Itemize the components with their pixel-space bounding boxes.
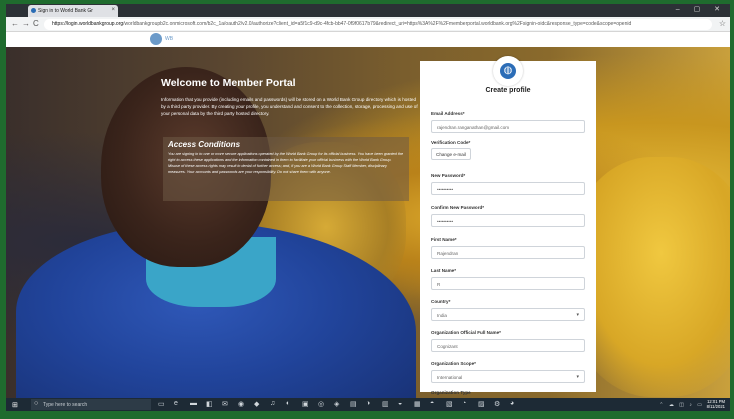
reload-icon[interactable]: C [33, 19, 39, 28]
country-selected-value: India [437, 313, 447, 318]
forward-icon[interactable]: → [22, 19, 30, 28]
tab-close-icon[interactable]: × [111, 7, 115, 13]
last-name-label: Last Name* [431, 268, 457, 273]
window-controls[interactable]: – ▢ ✕ [676, 5, 726, 13]
app-icon[interactable]: ◑ [366, 400, 370, 407]
org-type-label: Organization Type [431, 390, 471, 395]
confirm-password-label: Confirm New Password* [431, 205, 485, 210]
chevron-down-icon: ▾ [576, 312, 579, 318]
first-name-field[interactable]: Rajendran [431, 246, 585, 259]
site-header: WB [6, 32, 730, 47]
search-icon: ○ [34, 400, 39, 407]
hero-intro-text: Information that you provide (including … [161, 97, 418, 116]
app-icon[interactable]: ◓ [430, 400, 434, 407]
store-icon[interactable]: ◧ [206, 400, 213, 408]
app-icon[interactable]: ▦ [414, 400, 421, 408]
clock-date: 8/11/2021 [706, 404, 725, 409]
windows-start-icon[interactable]: ⊞ [12, 401, 18, 409]
edge-browser-icon[interactable]: e [174, 400, 178, 407]
web-page: WB Welcome to Member Portal Information … [6, 32, 730, 402]
change-email-button[interactable]: Change e-mail [431, 148, 471, 160]
app-icon[interactable]: ♫ [270, 400, 275, 407]
new-password-label: New Password* [431, 173, 466, 178]
panel-title: Create profile [485, 87, 531, 94]
last-name-field[interactable]: R [431, 277, 585, 290]
org-name-label: Organization Official Full Name* [431, 330, 501, 335]
site-logo-text: WB [165, 36, 174, 42]
country-select[interactable]: India ▾ [431, 308, 585, 321]
confirm-password-field[interactable]: •••••••••• [431, 214, 585, 227]
app-icon[interactable]: ▧ [446, 400, 453, 408]
app-icon[interactable]: ◆ [254, 400, 259, 408]
globe-logo-icon: ◍ [493, 56, 523, 86]
chevron-down-icon: ▾ [576, 374, 579, 380]
tab-favicon-icon [31, 8, 36, 13]
globe-icon: ◍ [500, 63, 516, 79]
app-icon[interactable]: ◕ [510, 400, 514, 407]
browser-tab[interactable]: Sign in to World Bank Gr × [28, 5, 118, 17]
email-field[interactable]: rajendran.ranganathan@gmail.com [431, 120, 585, 133]
taskbar-search-input[interactable]: ○ Type here to search [31, 399, 151, 410]
address-bar-row: ← → C https://login.worldbankgroup.org/w… [6, 17, 730, 32]
url-path: /worldbankgroupb2c.onmicrosoft.com/b2c_1… [123, 21, 632, 27]
app-icon[interactable]: ▤ [350, 400, 357, 408]
file-explorer-icon[interactable]: ▬ [190, 400, 197, 407]
app-icon[interactable]: ◔ [462, 400, 466, 407]
bookmark-star-icon[interactable]: ☆ [719, 19, 726, 28]
chrome-icon[interactable]: ◉ [238, 400, 244, 408]
access-conditions-title: Access Conditions [168, 140, 241, 149]
country-label: Country* [431, 299, 451, 304]
task-view-icon[interactable]: ▭ [158, 400, 165, 408]
browser-tab-bar: Sign in to World Bank Gr × – ▢ ✕ [6, 4, 730, 17]
app-icon[interactable]: ▣ [302, 400, 309, 408]
app-icon[interactable]: ◐ [286, 400, 290, 407]
access-conditions-text: You are signing in to one or more secure… [168, 152, 404, 174]
first-name-label: First Name* [431, 237, 457, 242]
back-icon[interactable]: ← [11, 19, 19, 28]
app-icon[interactable]: ▨ [478, 400, 485, 408]
verification-code-label: Verification Code* [431, 140, 471, 145]
mail-icon[interactable]: ✉ [222, 400, 228, 408]
app-icon[interactable]: ◈ [334, 400, 339, 408]
settings-gear-icon[interactable]: ⚙ [494, 400, 500, 408]
app-icon[interactable]: ▥ [382, 400, 389, 408]
hero-title: Welcome to Member Portal [161, 77, 296, 89]
org-scope-label: Organization Scope* [431, 361, 476, 366]
world-bank-logo-icon[interactable] [150, 33, 162, 45]
windows-taskbar: ⊞ ○ Type here to search ▭ e ▬ ◧ ✉ ◉ ◆ ♫ … [6, 398, 730, 411]
taskbar-clock[interactable]: 12:01 PM 8/11/2021 [707, 399, 725, 409]
taskbar-search-placeholder: Type here to search [43, 402, 88, 408]
org-name-field[interactable]: Cognizant [431, 339, 585, 352]
hero-background-photo: Welcome to Member Portal Information tha… [6, 47, 730, 402]
email-label: Email Address* [431, 111, 465, 116]
app-icon[interactable]: ◎ [318, 400, 324, 408]
system-tray-icons[interactable]: ⌃ ☁ ◫ ♪ ▭ [659, 402, 704, 408]
access-conditions-box: Access Conditions You are signing in to … [163, 137, 409, 201]
create-profile-panel: Create profile Email Address* rajendran.… [420, 61, 596, 395]
url-host: https://login.worldbankgroup.org [52, 21, 124, 27]
org-scope-select[interactable]: International ▾ [431, 370, 585, 383]
browser-window: Sign in to World Bank Gr × – ▢ ✕ ← → C h… [6, 4, 730, 411]
tab-title: Sign in to World Bank Gr [38, 8, 93, 14]
app-icon[interactable]: ◒ [398, 400, 402, 407]
org-scope-selected-value: International [437, 375, 463, 380]
new-password-field[interactable]: •••••••••• [431, 182, 585, 195]
address-input[interactable]: https://login.worldbankgroup.org/worldba… [44, 19, 712, 30]
